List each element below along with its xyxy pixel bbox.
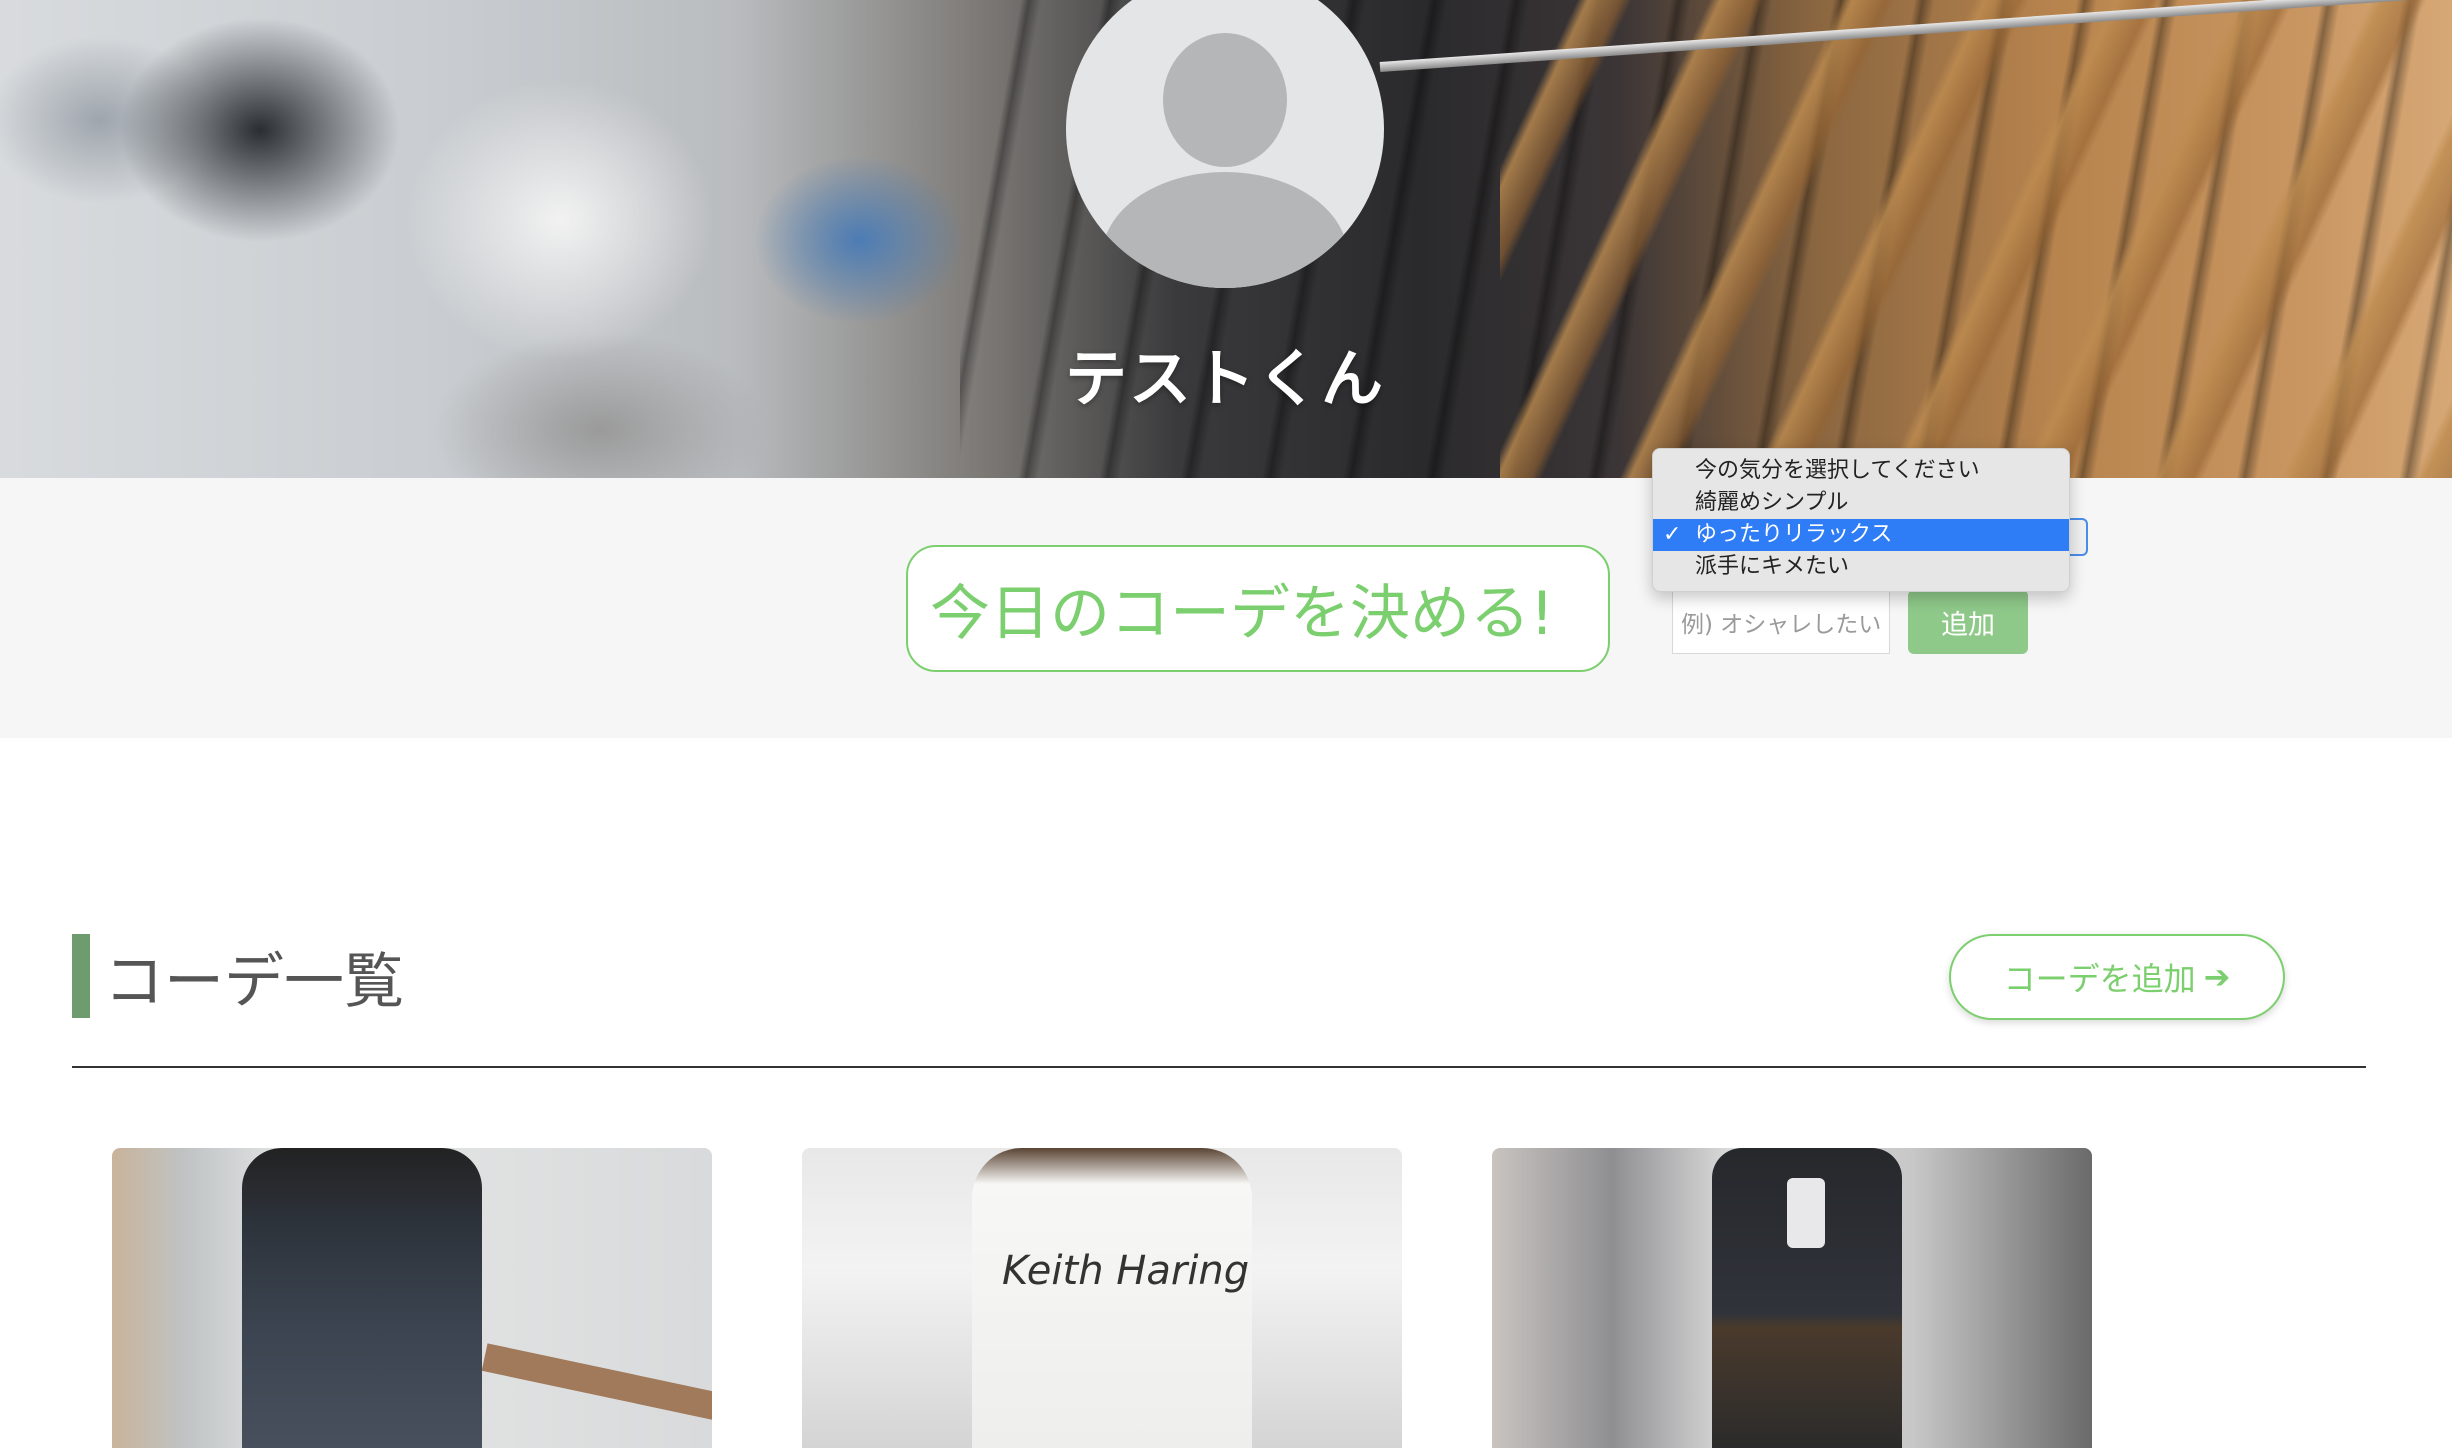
outfit-photo-person xyxy=(972,1148,1252,1448)
profile-header: テストくん xyxy=(0,0,2452,478)
add-outfit-button[interactable]: コーデを追加 ➔ xyxy=(1949,934,2285,1020)
mood-option[interactable]: 今の気分を選択してください xyxy=(1653,455,2069,487)
outfit-photo-phone xyxy=(1787,1178,1825,1248)
mood-option-label: 派手にキメたい xyxy=(1695,554,1850,579)
username: テストくん xyxy=(1064,342,1385,415)
section-header: コーデ一覧 xyxy=(72,934,404,1018)
mood-option[interactable]: 派手にキメたい xyxy=(1653,551,2069,583)
avatar[interactable] xyxy=(1066,0,1384,288)
checkmark-icon: ✓ xyxy=(1663,522,1682,547)
mood-option-label: 綺麗めシンプル xyxy=(1695,490,1849,515)
add-mood-button[interactable]: 追加 xyxy=(1908,590,2028,654)
mood-option-label: 今の気分を選択してください xyxy=(1695,458,1980,483)
mood-option-selected[interactable]: ✓ ゆったりリラックス xyxy=(1653,519,2069,551)
mood-select-dropdown[interactable]: 今の気分を選択してください 綺麗めシンプル ✓ ゆったりリラックス 派手にキメた… xyxy=(1652,448,2070,592)
outfit-photo-print: Keith Haring xyxy=(1002,1248,1250,1294)
outfit-photo-bench xyxy=(481,1343,712,1421)
background-photo-hangers xyxy=(1500,0,2452,478)
mood-option[interactable]: 綺麗めシンプル xyxy=(1653,487,2069,519)
mood-input[interactable]: 例) オシャレしたい xyxy=(1672,590,1890,654)
mood-option-label: ゆったりリラックス xyxy=(1695,522,1893,547)
mood-input-placeholder: 例) オシャレしたい xyxy=(1681,612,1882,638)
outfit-card[interactable] xyxy=(112,1148,712,1448)
outfit-card[interactable]: Keith Haring xyxy=(802,1148,1402,1448)
avatar-placeholder-body-icon xyxy=(1102,172,1348,288)
section-title: コーデ一覧 xyxy=(104,946,404,1017)
outfit-card[interactable] xyxy=(1492,1148,2092,1448)
outfit-photo-person xyxy=(242,1148,482,1448)
arrow-right-icon: ➔ xyxy=(2203,958,2231,996)
section-accent-bar xyxy=(72,934,90,1018)
decide-outfit-button[interactable]: 今日のコーデを決める! xyxy=(906,545,1610,672)
avatar-placeholder-head-icon xyxy=(1163,33,1287,167)
background-photo-blur xyxy=(0,0,1000,478)
add-outfit-label: コーデを追加 xyxy=(2003,960,2196,998)
section-divider xyxy=(72,1066,2366,1068)
